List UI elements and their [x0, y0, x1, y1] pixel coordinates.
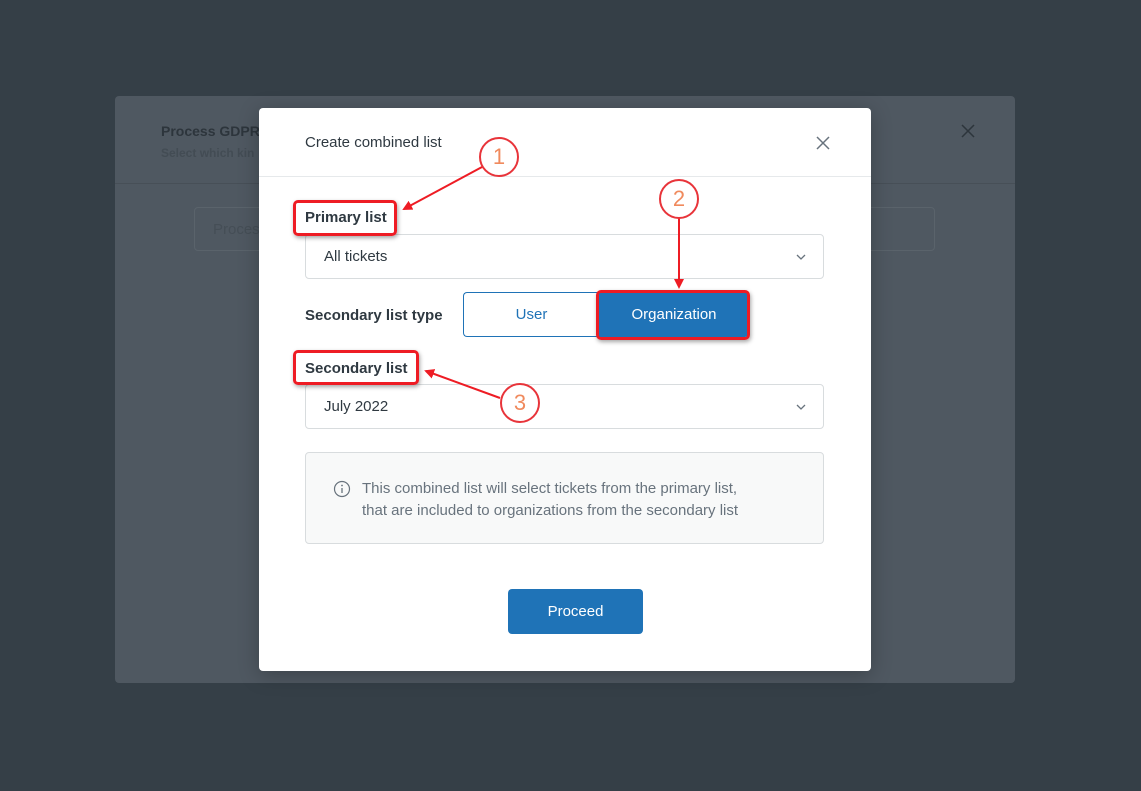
modal-header-divider [259, 176, 871, 177]
background-dialog-title: Process GDPR [161, 123, 260, 139]
secondary-list-type-label: Secondary list type [305, 307, 443, 324]
info-text: This combined list will select tickets f… [362, 478, 802, 522]
annotation-number-1: 1 [479, 137, 519, 177]
modal-title: Create combined list [305, 134, 442, 151]
annotation-highlight-secondary-list [293, 350, 419, 385]
background-option-card-text: Proces [213, 221, 260, 238]
primary-list-select[interactable]: All tickets [305, 234, 824, 279]
chevron-down-icon [796, 254, 806, 260]
background-dialog-subtitle: Select which kin [161, 146, 255, 160]
primary-list-value: All tickets [324, 248, 388, 265]
secondary-list-select[interactable]: July 2022 [305, 384, 824, 429]
info-text-line-2: that are included to organizations from … [362, 502, 739, 519]
info-icon [333, 480, 351, 498]
background-close-icon [961, 124, 975, 138]
chevron-down-icon [796, 404, 806, 410]
info-callout: This combined list will select tickets f… [305, 452, 824, 544]
user-toggle-button[interactable]: User [463, 292, 599, 337]
info-text-line-1: This combined list will select tickets f… [362, 480, 738, 497]
annotation-number-2: 2 [659, 179, 699, 219]
annotation-highlight-primary-list [293, 200, 397, 236]
secondary-list-value: July 2022 [324, 398, 389, 415]
close-icon[interactable] [814, 134, 832, 152]
proceed-button[interactable]: Proceed [508, 589, 643, 634]
create-combined-list-modal: Create combined list Primary list All ti… [259, 108, 871, 671]
annotation-highlight-organization [596, 290, 750, 340]
annotation-number-3: 3 [500, 383, 540, 423]
